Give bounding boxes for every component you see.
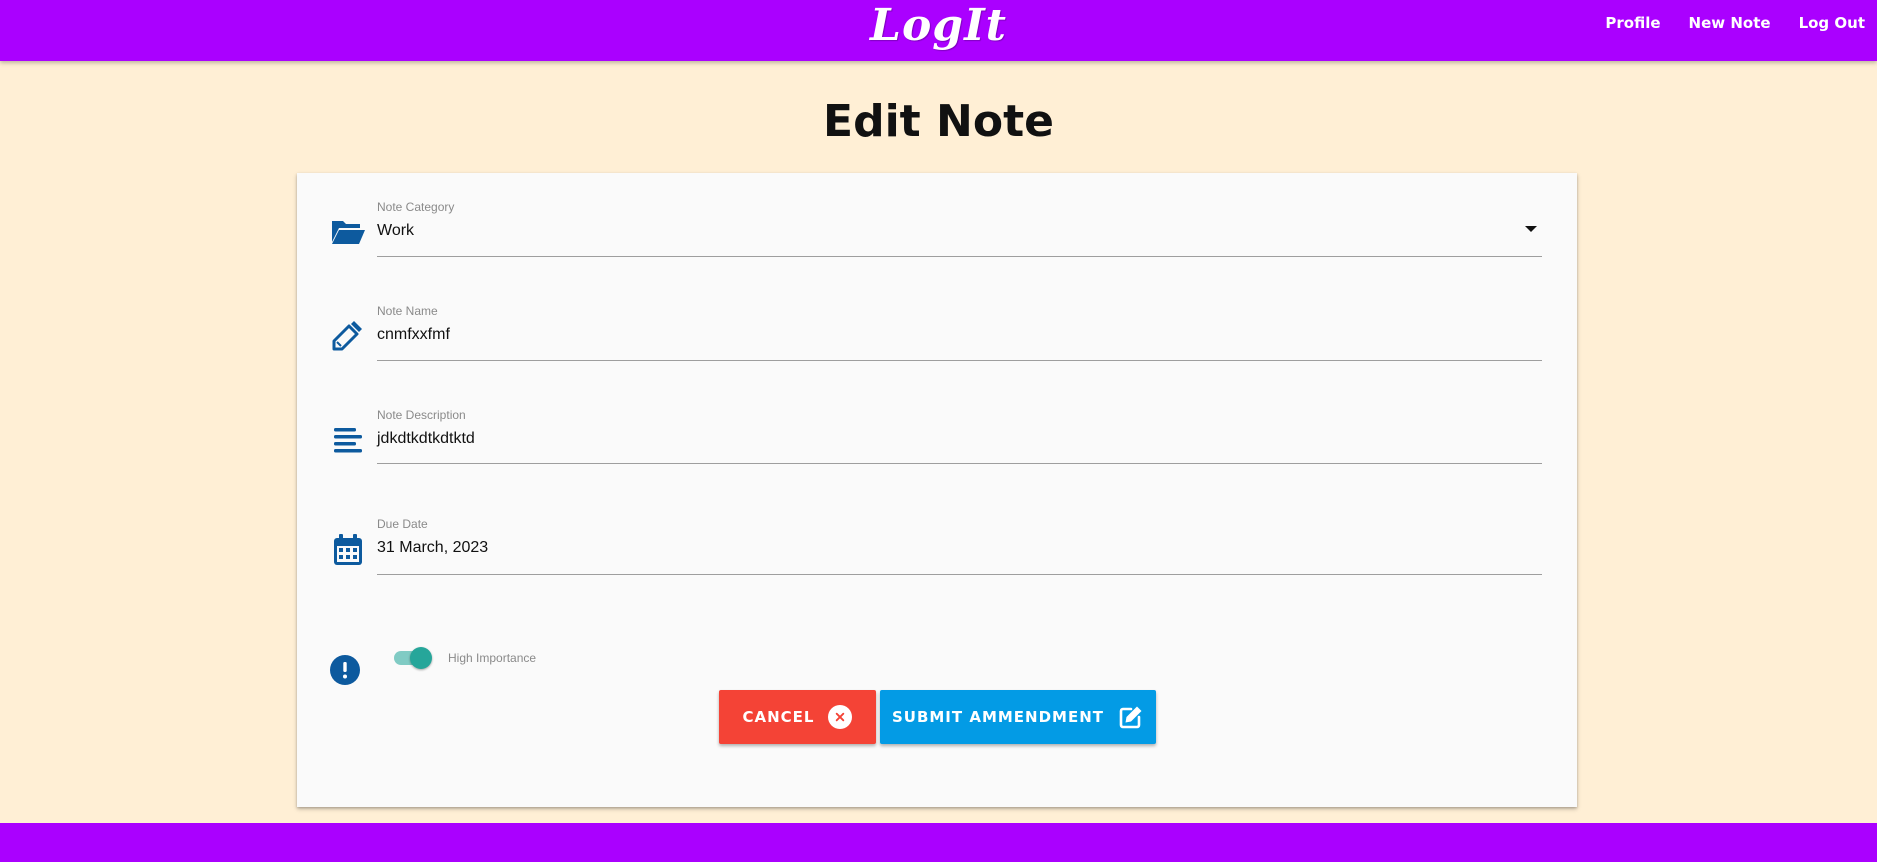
note-category-label: Note Category [377,200,455,214]
align-left-icon [330,421,366,457]
due-date-underline [377,574,1542,575]
folder-open-icon [330,213,366,249]
note-category-underline [377,256,1542,257]
exclamation-circle-icon [330,655,360,685]
app-logo[interactable]: LogIt [0,0,1877,61]
nav-links: Profile New Note Log Out [1605,0,1865,46]
importance-toggle-label: High Importance [448,651,537,665]
nav-logout-link[interactable]: Log Out [1799,14,1865,32]
note-category-field[interactable]: Note Category Work [297,200,1577,280]
note-description-field[interactable]: Note Description jdkdtkdtkdtktd [297,408,1577,488]
edit-note-card: Note Category Work Note Name cnmfxxfmf N… [297,173,1577,807]
cancel-button[interactable]: CANCEL [719,690,876,744]
note-description-label: Note Description [377,408,466,422]
footer-bar [0,823,1877,862]
due-date-input[interactable]: 31 March, 2023 [377,539,488,557]
chevron-down-icon[interactable] [1525,226,1537,232]
note-name-underline [377,360,1542,361]
importance-toggle-switch[interactable] [410,647,432,669]
high-importance-row: High Importance [297,633,1577,693]
submit-button-label: SUBMIT AMMENDMENT [891,708,1105,726]
nav-profile-link[interactable]: Profile [1605,14,1660,32]
nav-new-note-link[interactable]: New Note [1689,14,1771,32]
submit-amendment-button[interactable]: SUBMIT AMMENDMENT [880,690,1156,744]
note-description-underline [377,463,1542,464]
edit-icon [1118,704,1144,730]
note-name-input[interactable]: cnmfxxfmf [377,326,450,344]
top-navbar: LogIt Profile New Note Log Out [0,0,1877,61]
close-icon [828,705,853,729]
cancel-button-label: CANCEL [742,708,815,726]
due-date-field[interactable]: Due Date 31 March, 2023 [297,517,1577,597]
note-description-input[interactable]: jdkdtkdtkdtktd [377,430,475,448]
due-date-label: Due Date [377,517,428,531]
note-name-field[interactable]: Note Name cnmfxxfmf [297,304,1577,384]
note-name-label: Note Name [377,304,438,318]
note-category-value[interactable]: Work [377,222,414,240]
pencil-icon [330,317,366,353]
page-title: Edit Note [823,96,1054,147]
calendar-icon [330,532,366,568]
